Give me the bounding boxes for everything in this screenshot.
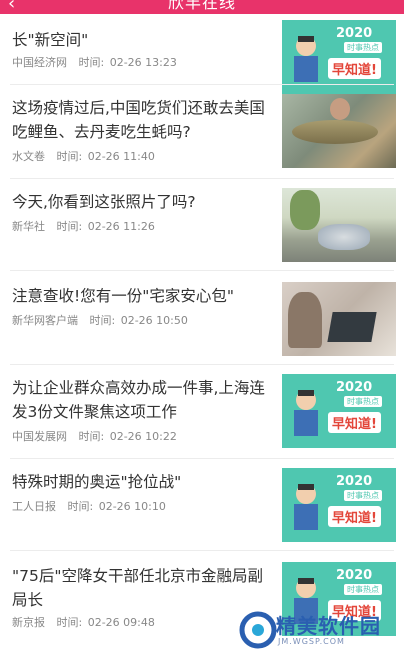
article-time: 02-26 13:23: [109, 56, 177, 69]
article-source: 新华网客户端: [12, 314, 78, 327]
list-item[interactable]: 为让企业群众高效办成一件事,上海连发3份文件聚焦这项工作 中国发展网 时间: 0…: [10, 374, 396, 452]
article-source: 新京报: [12, 616, 45, 629]
article-source: 中国发展网: [12, 430, 67, 443]
site-watermark: 精美软件园 JM.WGSP.COM: [238, 604, 398, 660]
article-time: 02-26 10:22: [109, 430, 177, 443]
article-thumbnail[interactable]: [282, 282, 396, 356]
divider: [10, 458, 394, 459]
article-thumbnail[interactable]: 2020 时事热点 早知道!: [282, 20, 396, 94]
article-meta: 中国经济网 时间: 02-26 13:23: [12, 56, 177, 70]
article-meta: 新华网客户端 时间: 02-26 10:50: [12, 314, 188, 328]
article-time: 02-26 11:40: [87, 150, 155, 163]
list-item[interactable]: 长"新空间" 中国经济网 时间: 02-26 13:23 2020 时事热点 早…: [10, 20, 396, 94]
list-item[interactable]: 这场疫情过后,中国吃货们还敢去美国吃鲤鱼、去丹麦吃生蚝吗? 水文卷 时间: 02…: [10, 94, 396, 172]
article-title[interactable]: 注意查收!您有一份"宅家安心包": [12, 284, 274, 308]
article-meta: 新京报 时间: 02-26 09:48: [12, 616, 155, 630]
article-thumbnail[interactable]: [282, 94, 396, 168]
divider: [10, 364, 394, 365]
watermark-url: JM.WGSP.COM: [278, 637, 345, 646]
time-label: 时间:: [78, 56, 105, 69]
article-title[interactable]: 长"新空间": [12, 28, 274, 52]
article-title[interactable]: 特殊时期的奥运"抢位战": [12, 470, 274, 494]
divider: [10, 550, 394, 551]
article-title[interactable]: 这场疫情过后,中国吃货们还敢去美国吃鲤鱼、去丹麦吃生蚝吗?: [12, 96, 274, 144]
article-thumbnail[interactable]: 2020 时事热点 早知道!: [282, 374, 396, 448]
divider: [10, 178, 394, 179]
article-source: 中国经济网: [12, 56, 67, 69]
cartoon-figure-icon: [294, 390, 318, 436]
watermark-name: 精美软件园: [276, 614, 381, 638]
article-meta: 水文卷 时间: 02-26 11:40: [12, 150, 155, 164]
time-label: 时间:: [56, 220, 83, 233]
app-header: ‹ 欣丰在线: [0, 0, 404, 14]
divider: [10, 270, 394, 271]
article-time: 02-26 09:48: [87, 616, 155, 629]
watermark-logo-icon: [239, 611, 277, 649]
list-item[interactable]: 特殊时期的奥运"抢位战" 工人日报 时间: 02-26 10:10 2020 时…: [10, 468, 396, 542]
article-thumbnail[interactable]: 2020 时事热点 早知道!: [282, 468, 396, 542]
divider: [10, 84, 394, 85]
time-label: 时间:: [67, 500, 94, 513]
article-title[interactable]: "75后"空降女干部任北京市金融局副局长: [12, 564, 274, 612]
cartoon-figure-icon: [294, 484, 318, 530]
list-item[interactable]: 注意查收!您有一份"宅家安心包" 新华网客户端 时间: 02-26 10:50: [10, 282, 396, 356]
article-title[interactable]: 为让企业群众高效办成一件事,上海连发3份文件聚焦这项工作: [12, 376, 274, 424]
cartoon-figure-icon: [294, 36, 318, 82]
list-item[interactable]: 今天,你看到这张照片了吗? 新华社 时间: 02-26 11:26: [10, 188, 396, 262]
time-label: 时间:: [56, 150, 83, 163]
article-time: 02-26 10:10: [98, 500, 166, 513]
time-label: 时间:: [89, 314, 116, 327]
article-meta: 工人日报 时间: 02-26 10:10: [12, 500, 166, 514]
article-source: 水文卷: [12, 150, 45, 163]
time-label: 时间:: [56, 616, 83, 629]
article-time: 02-26 11:26: [87, 220, 155, 233]
article-title[interactable]: 今天,你看到这张照片了吗?: [12, 190, 274, 214]
article-time: 02-26 10:50: [120, 314, 188, 327]
time-label: 时间:: [78, 430, 105, 443]
article-source: 新华社: [12, 220, 45, 233]
page-title: 欣丰在线: [167, 0, 236, 12]
article-thumbnail[interactable]: [282, 188, 396, 262]
article-meta: 新华社 时间: 02-26 11:26: [12, 220, 155, 234]
article-source: 工人日报: [12, 500, 56, 513]
article-meta: 中国发展网 时间: 02-26 10:22: [12, 430, 177, 444]
